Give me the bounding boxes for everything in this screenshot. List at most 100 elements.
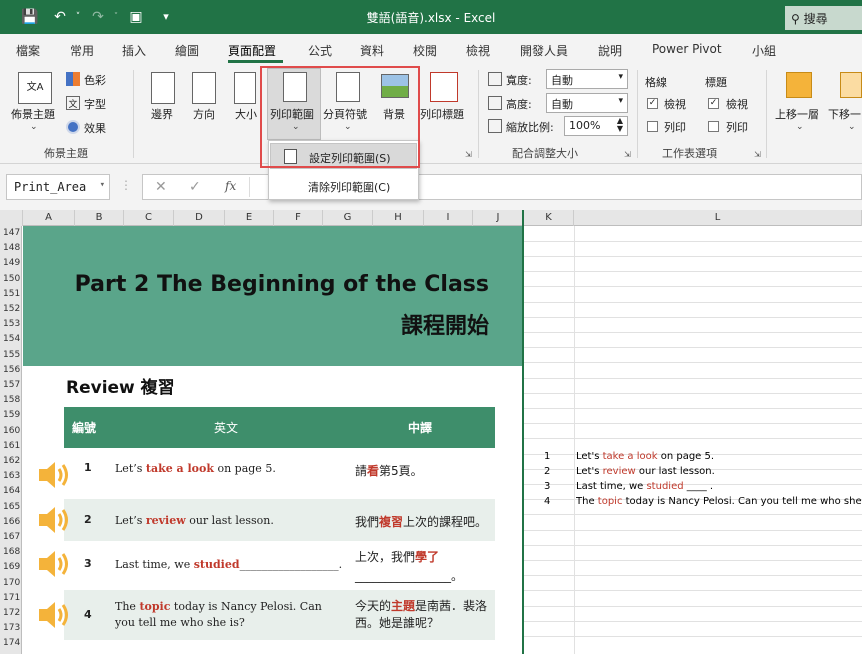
chevron-down-icon[interactable]: ▾ (100, 180, 105, 190)
row-header[interactable]: 171 (0, 591, 22, 606)
scale-spinner[interactable]: 100% ▲ ▼ (564, 116, 628, 136)
fonts-button[interactable]: 字型 (84, 96, 106, 112)
row-header[interactable]: 154 (0, 332, 22, 347)
tab-formulas[interactable]: 公式 (308, 42, 332, 59)
cell-l164[interactable]: Last time, we studied ____ . (576, 481, 713, 492)
gridlines-view-checkbox[interactable]: ✓ (647, 98, 658, 109)
gridlines-print-checkbox[interactable] (647, 121, 658, 132)
column-header-g[interactable]: G (323, 210, 373, 226)
tab-developer[interactable]: 開發人員 (520, 42, 568, 59)
tab-team[interactable]: 小組 (752, 42, 776, 59)
row-header[interactable]: 158 (0, 393, 22, 408)
column-header-f[interactable]: F (274, 210, 323, 226)
row-header[interactable]: 170 (0, 576, 22, 591)
tab-insert[interactable]: 插入 (122, 42, 146, 59)
bring-forward-button[interactable]: 上移一層 (775, 106, 819, 122)
row-header[interactable]: 173 (0, 621, 22, 636)
search-box[interactable]: ⚲ 搜尋 (785, 6, 862, 30)
speaker-icon[interactable] (38, 549, 72, 579)
row-header[interactable]: 172 (0, 606, 22, 621)
width-select[interactable]: 自動 ▾ (546, 69, 628, 89)
column-header-l[interactable]: L (574, 210, 862, 226)
speaker-icon[interactable] (38, 600, 72, 630)
select-all-corner[interactable] (0, 210, 23, 226)
column-header-b[interactable]: B (75, 210, 124, 226)
column-header-i[interactable]: I (424, 210, 473, 226)
dialog-launcher-icon[interactable]: ⇲ (754, 150, 761, 159)
row-header[interactable]: 162 (0, 454, 22, 469)
spinner-arrows-icon[interactable]: ▲ ▼ (617, 117, 623, 133)
column-header-k[interactable]: K (524, 210, 574, 226)
row-header[interactable]: 163 (0, 469, 22, 484)
row-header[interactable]: 169 (0, 560, 22, 575)
row-header[interactable]: 152 (0, 302, 22, 317)
column-header-a[interactable]: A (23, 210, 75, 226)
insert-function-icon[interactable]: fx (225, 179, 236, 193)
tab-draw[interactable]: 繪圖 (175, 42, 199, 59)
cancel-icon[interactable]: ✕ (155, 179, 167, 195)
row-header[interactable]: 160 (0, 424, 22, 439)
row-header[interactable]: 148 (0, 241, 22, 256)
column-header-j[interactable]: J (473, 210, 524, 226)
height-select[interactable]: 自動 ▾ (546, 93, 628, 113)
row-header[interactable]: 151 (0, 287, 22, 302)
row-header[interactable]: 161 (0, 439, 22, 454)
name-box[interactable]: Print_Area ▾ (6, 174, 110, 200)
row-header[interactable]: 147 (0, 226, 22, 241)
row-header[interactable]: 156 (0, 363, 22, 378)
cell-k165[interactable]: 4 (544, 496, 550, 507)
size-button[interactable]: 大小 (235, 106, 257, 122)
column-header-d[interactable]: D (174, 210, 225, 226)
cell-l162[interactable]: Let's take a look on page 5. (576, 451, 714, 462)
row-header[interactable]: 153 (0, 317, 22, 332)
row-header[interactable]: 165 (0, 500, 22, 515)
enter-icon[interactable]: ✓ (189, 179, 201, 195)
tab-file[interactable]: 檔案 (16, 42, 40, 59)
row-header[interactable]: 164 (0, 484, 22, 499)
effects-button[interactable]: 效果 (84, 120, 106, 136)
row-headers: 147 148 149 150 151 152 153 154 155 156 … (0, 226, 22, 654)
row-header[interactable]: 157 (0, 378, 22, 393)
send-backward-button[interactable]: 下移一 (828, 106, 861, 122)
headings-view-checkbox[interactable]: ✓ (708, 98, 719, 109)
gridlines-heading: 格線 (645, 76, 667, 89)
row-header[interactable]: 155 (0, 348, 22, 363)
column-header-c[interactable]: C (124, 210, 174, 226)
cell-text: Last time, we (576, 481, 647, 492)
print-titles-button[interactable]: 列印標題 (420, 106, 464, 122)
headings-print-checkbox[interactable] (708, 121, 719, 132)
tab-data[interactable]: 資料 (360, 42, 384, 59)
cell-k164[interactable]: 3 (544, 481, 550, 492)
column-header-e[interactable]: E (225, 210, 274, 226)
dialog-launcher-icon[interactable]: ⇲ (465, 150, 472, 159)
row-header[interactable]: 168 (0, 545, 22, 560)
gridline (524, 256, 862, 257)
themes-button[interactable]: 佈景主題 (11, 106, 55, 122)
formula-bar[interactable]: ✕ ✓ fx (142, 174, 862, 200)
row-header[interactable]: 167 (0, 530, 22, 545)
tab-view[interactable]: 檢視 (466, 42, 490, 59)
colors-button[interactable]: 色彩 (84, 72, 106, 88)
clear-print-area-item[interactable]: 清除列印範圍(C) (270, 173, 417, 199)
resize-handle-icon[interactable]: ⋮ (120, 178, 132, 192)
row-header[interactable]: 149 (0, 256, 22, 271)
cell-k163[interactable]: 2 (544, 466, 550, 477)
row-header[interactable]: 174 (0, 636, 22, 651)
tab-home[interactable]: 常用 (70, 42, 94, 59)
row-header[interactable]: 166 (0, 515, 22, 530)
tab-power-pivot[interactable]: Power Pivot (652, 42, 722, 56)
cell-l163[interactable]: Let's review our last lesson. (576, 466, 715, 477)
margins-button[interactable]: 邊界 (151, 106, 173, 122)
column-header-h[interactable]: H (373, 210, 424, 226)
orientation-button[interactable]: 方向 (193, 106, 215, 122)
tab-review[interactable]: 校閱 (413, 42, 437, 59)
speaker-icon[interactable] (38, 505, 72, 535)
dialog-launcher-icon[interactable]: ⇲ (624, 150, 631, 159)
row-header[interactable]: 150 (0, 272, 22, 287)
row-header[interactable]: 159 (0, 408, 22, 423)
tab-help[interactable]: 說明 (598, 42, 622, 59)
tab-page-layout[interactable]: 頁面配置 (228, 42, 276, 59)
speaker-icon[interactable] (38, 460, 72, 490)
cell-k162[interactable]: 1 (544, 451, 550, 462)
cell-l165[interactable]: The topic today is Nancy Pelosi. Can you… (576, 496, 862, 507)
